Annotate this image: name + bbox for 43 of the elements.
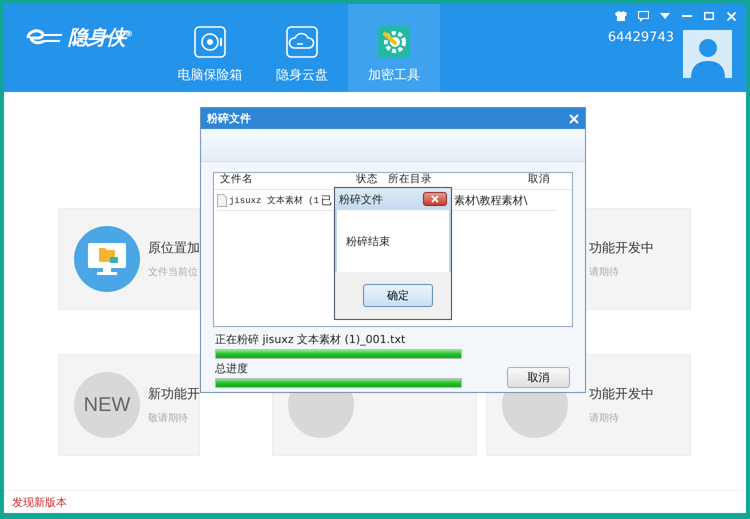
chat-icon: [638, 10, 648, 22]
column-header: 文件名: [219, 173, 254, 186]
avatar[interactable]: [683, 30, 732, 78]
cancel-button[interactable]: 取消: [507, 367, 570, 388]
file-icon: [217, 194, 227, 206]
shirt-icon: [615, 11, 627, 21]
file-name: jisuxz 文本素材 (1: [229, 194, 320, 206]
gear-icon: [378, 26, 410, 58]
file-status: 已: [321, 192, 332, 208]
feature-subtitle: 请期待: [588, 266, 620, 279]
user-id: 64429743: [608, 30, 674, 45]
skin-button[interactable]: [612, 8, 630, 24]
feature-title: 功能开发中: [588, 386, 654, 403]
dialog-title: 粉碎文件: [339, 192, 383, 206]
feature-title: 原位置加: [148, 240, 200, 257]
feature-title: 新功能开: [148, 386, 200, 403]
minimize-icon: [682, 15, 692, 17]
close-button[interactable]: [423, 192, 447, 206]
monitor-icon: [87, 242, 127, 276]
feature-subtitle: 敬请期待: [148, 412, 189, 425]
new-badge: NEW: [74, 372, 140, 438]
dialog-title: 粉碎文件: [207, 111, 251, 126]
message-text: 粉碎结束: [346, 235, 390, 248]
progress-label: 正在粉碎 jisuxz 文本素材 (1)_001.txt: [215, 332, 406, 347]
feature-card[interactable]: NEW 新功能开 敬请期待: [58, 354, 200, 456]
safe-icon: [194, 26, 226, 58]
feature-card[interactable]: 原位置加 文件当前位: [58, 208, 200, 310]
ok-button[interactable]: 确定: [363, 284, 433, 307]
update-link[interactable]: 发现新版本: [12, 496, 67, 509]
cloud-icon: [286, 26, 318, 58]
close-icon: [726, 12, 736, 20]
column-header: 取消: [527, 173, 551, 186]
caret-icon: [660, 13, 670, 19]
feature-subtitle: 文件当前位: [148, 266, 199, 279]
feature-subtitle: 请期待: [588, 412, 620, 425]
file-directory: 素材\教程素材\: [454, 192, 528, 208]
progress-label: 总进度: [215, 361, 249, 376]
maximize-icon: [704, 12, 714, 20]
column-header: 状态: [355, 173, 379, 186]
close-icon: [569, 114, 579, 124]
column-header: 所在目录: [387, 173, 433, 186]
close-icon: [431, 195, 439, 203]
feature-title: 功能开发中: [588, 240, 654, 257]
